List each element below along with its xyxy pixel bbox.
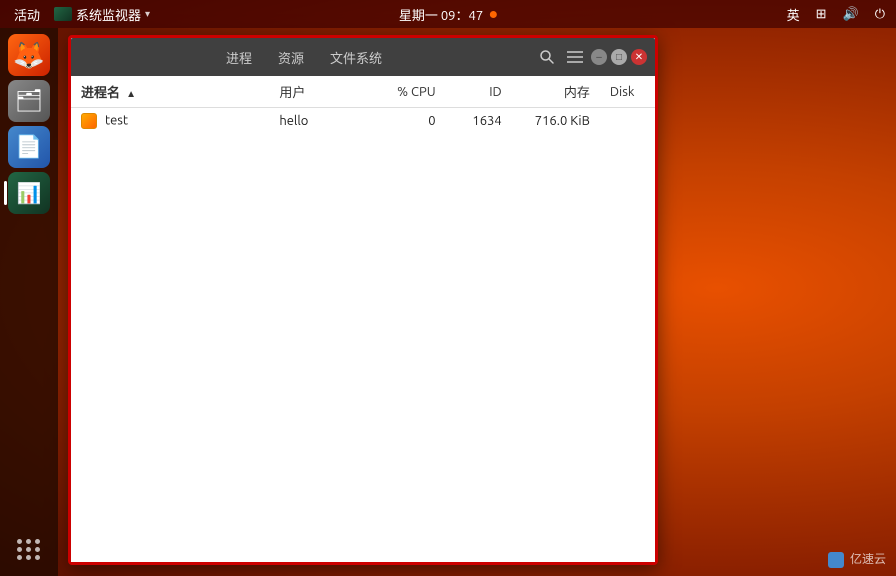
watermark-icon [828, 552, 844, 568]
power-button[interactable]: ⏻ [872, 6, 888, 22]
activities-button[interactable]: 活动 [8, 5, 46, 24]
titlebar-actions: – □ ✕ [535, 47, 647, 67]
sort-arrow-icon: ▲ [126, 88, 136, 99]
cell-mem: 716.0 KiB [512, 108, 600, 135]
tab-process[interactable]: 进程 [214, 44, 264, 71]
search-button[interactable] [535, 47, 559, 67]
sidebar-item-files[interactable]: 🗂 [8, 80, 50, 122]
dot3 [35, 539, 40, 544]
app-title-icon [54, 7, 72, 21]
dot7 [17, 555, 22, 560]
dot6 [35, 547, 40, 552]
col-header-user[interactable]: 用户 [269, 76, 368, 108]
col-header-disk[interactable]: Disk [600, 76, 655, 108]
cell-user: hello [269, 108, 368, 135]
maximize-button[interactable]: □ [611, 49, 627, 65]
menu-button[interactable] [563, 48, 587, 66]
col-header-cpu[interactable]: % CPU [368, 76, 445, 108]
process-icon [81, 113, 97, 129]
topbar-right: 英 ⊞ 🔊 ⏻ [784, 5, 888, 24]
tab-resources[interactable]: 资源 [266, 44, 316, 71]
topbar-left: 活动 系统监视器 ▾ [8, 5, 150, 24]
topbar: 活动 系统监视器 ▾ 星期一 09：47 英 ⊞ 🔊 ⏻ [0, 0, 896, 28]
watermark: 亿速云 [828, 550, 886, 568]
dot8 [26, 555, 31, 560]
apps-grid-button[interactable] [11, 533, 47, 566]
monitor-icon: 📊 [17, 181, 42, 205]
app-title-dropdown-icon: ▾ [145, 8, 150, 20]
watermark-text: 亿速云 [850, 553, 886, 566]
topbar-center: 星期一 09：47 [399, 5, 497, 24]
lang-button[interactable]: 英 [784, 5, 803, 24]
datetime-label: 星期一 09：47 [399, 5, 483, 24]
col-header-id[interactable]: ID [446, 76, 512, 108]
sidebar-item-firefox[interactable]: 🦊 [8, 34, 50, 76]
process-table: 进程名 ▲ 用户 % CPU ID 内存 Disk test [71, 76, 655, 134]
dot5 [26, 547, 31, 552]
network-button[interactable]: ⊞ [813, 6, 830, 22]
search-icon [539, 49, 555, 65]
col-header-mem[interactable]: 内存 [512, 76, 600, 108]
desktop: 活动 系统监视器 ▾ 星期一 09：47 英 ⊞ 🔊 ⏻ 🦊 🗂 📄 [0, 0, 896, 576]
sidebar-bottom [11, 533, 47, 566]
system-monitor-window: 进程 资源 文件系统 – [68, 35, 658, 565]
process-table-container: 进程名 ▲ 用户 % CPU ID 内存 Disk test [71, 76, 655, 562]
cell-id: 1634 [446, 108, 512, 135]
files-icon: 🗂 [15, 88, 43, 114]
table-row[interactable]: test hello 0 1634 716.0 KiB [71, 108, 655, 135]
dot9 [35, 555, 40, 560]
table-body: test hello 0 1634 716.0 KiB [71, 108, 655, 135]
sidebar-item-writer[interactable]: 📄 [8, 126, 50, 168]
dot4 [17, 547, 22, 552]
header-row: 进程名 ▲ 用户 % CPU ID 内存 Disk [71, 76, 655, 108]
cell-disk [600, 108, 655, 135]
cell-cpu: 0 [368, 108, 445, 135]
minimize-button[interactable]: – [591, 49, 607, 65]
window-tabs: 进程 资源 文件系统 [79, 44, 529, 71]
sidebar-item-monitor[interactable]: 📊 [8, 172, 50, 214]
close-button[interactable]: ✕ [631, 49, 647, 65]
writer-icon: 📄 [15, 134, 42, 160]
firefox-icon: 🦊 [13, 40, 45, 71]
dot2 [26, 539, 31, 544]
col-header-name[interactable]: 进程名 ▲ [71, 76, 269, 108]
table-header: 进程名 ▲ 用户 % CPU ID 内存 Disk [71, 76, 655, 108]
sidebar: 🦊 🗂 📄 📊 [0, 28, 58, 576]
process-name: test [105, 113, 128, 127]
cell-name: test [71, 108, 269, 135]
time-dot-icon [490, 11, 497, 18]
app-title-area: 系统监视器 ▾ [54, 5, 150, 24]
hamburger-icon [567, 50, 583, 64]
window-titlebar: 进程 资源 文件系统 – [71, 38, 655, 76]
app-title-label: 系统监视器 [76, 5, 141, 24]
dot1 [17, 539, 22, 544]
tab-filesystem[interactable]: 文件系统 [318, 44, 394, 71]
volume-button[interactable]: 🔊 [840, 6, 862, 22]
